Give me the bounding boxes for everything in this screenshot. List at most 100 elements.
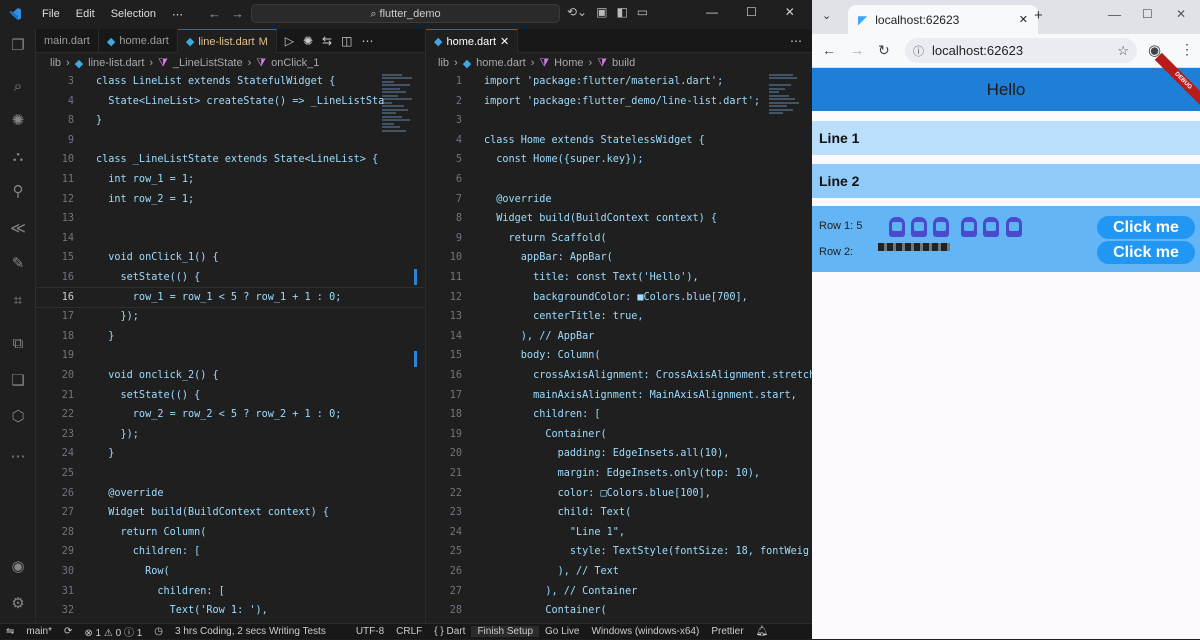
code-line[interactable]: 3 class LineList extends StatefulWidget { bbox=[36, 72, 425, 92]
code-line[interactable]: 18 } bbox=[36, 327, 425, 347]
new-tab-icon[interactable]: + bbox=[1034, 7, 1043, 24]
coding-time[interactable]: 3 hrs Coding, 2 secs Writing Tests bbox=[169, 626, 332, 637]
reload-icon[interactable]: ↻ bbox=[878, 42, 890, 59]
code-line[interactable]: 22 color: □Colors.blue[100], bbox=[426, 484, 812, 504]
prettier[interactable]: Prettier bbox=[705, 626, 749, 637]
gpt-icon[interactable]: ✺ bbox=[303, 34, 313, 48]
code-line[interactable]: 20 padding: EdgeInsets.all(10), bbox=[426, 444, 812, 464]
code-line[interactable]: 27 ), // Container bbox=[426, 582, 812, 602]
extension-icon[interactable]: ⬡ bbox=[8, 407, 28, 427]
code-line[interactable]: 24 } bbox=[36, 444, 425, 464]
tab-home-dart[interactable]: ◆ home.dart bbox=[99, 29, 178, 53]
tab-close-icon[interactable]: ✕ bbox=[1019, 13, 1028, 26]
code-line[interactable]: 14 bbox=[36, 229, 425, 249]
menu-file[interactable]: File bbox=[34, 8, 68, 21]
breadcrumb-lib[interactable]: lib bbox=[438, 57, 449, 69]
screenshot-icon[interactable]: ⌗ bbox=[8, 291, 28, 311]
breadcrumb-lib[interactable]: lib bbox=[50, 57, 61, 69]
explorer-icon[interactable]: ❐ bbox=[8, 36, 28, 56]
code-line[interactable]: 13 centerTitle: true, bbox=[426, 307, 812, 327]
code-line[interactable]: 4 class Home extends StatelessWidget { bbox=[426, 131, 812, 151]
copilot-icon[interactable]: ⟲⌄ bbox=[567, 5, 587, 19]
click-me-button-1[interactable]: Click me bbox=[1097, 216, 1195, 239]
platform[interactable]: Windows (windows-x64) bbox=[586, 626, 706, 637]
minimize-icon[interactable]: — bbox=[1108, 7, 1121, 22]
code-line[interactable]: 13 bbox=[36, 209, 425, 229]
code-line[interactable]: 31 children: [ bbox=[36, 582, 425, 602]
code-line[interactable]: 32 Text('Row 1: '), bbox=[36, 601, 425, 621]
forward-icon[interactable]: → bbox=[850, 42, 864, 58]
code-line[interactable]: 22 row_2 = row_2 < 5 ? row_2 + 1 : 0; bbox=[36, 405, 425, 425]
code-line[interactable]: 12 backgroundColor: ■Colors.blue[700], bbox=[426, 288, 812, 308]
go-live[interactable]: Go Live bbox=[539, 626, 585, 637]
bell-icon[interactable]: 🔔︎ bbox=[750, 626, 775, 637]
maximize-icon[interactable]: ☐ bbox=[746, 5, 757, 19]
tab-main-dart[interactable]: main.dart bbox=[36, 29, 99, 53]
breadcrumb-file[interactable]: line-list.dart bbox=[88, 57, 144, 69]
code-line[interactable]: 15 body: Column( bbox=[426, 346, 812, 366]
figma-icon[interactable]: ⛬ bbox=[8, 147, 28, 167]
breadcrumb-class[interactable]: _LineListState bbox=[173, 57, 243, 69]
code-line[interactable]: 21 margin: EdgeInsets.only(top: 10), bbox=[426, 464, 812, 484]
code-line[interactable]: 20 void onclick_2() { bbox=[36, 366, 425, 386]
code-line[interactable]: 6 bbox=[426, 170, 812, 190]
code-line[interactable]: 19 Container( bbox=[426, 425, 812, 445]
draw-icon[interactable]: ✎ bbox=[8, 254, 28, 274]
eol[interactable]: CRLF bbox=[390, 626, 428, 637]
debug-icon[interactable]: ⚲ bbox=[8, 182, 28, 202]
language-mode[interactable]: { } Dart bbox=[428, 626, 471, 637]
code-line[interactable]: 2 import 'package:flutter_demo/line-list.… bbox=[426, 92, 812, 112]
menu-more[interactable]: ⋯ bbox=[164, 8, 191, 21]
panel-toggle-icon[interactable]: ▭ bbox=[637, 5, 648, 19]
code-line[interactable]: 30 Row( bbox=[36, 562, 425, 582]
code-line[interactable]: 26 @override bbox=[36, 484, 425, 504]
openai-icon[interactable]: ✺ bbox=[8, 111, 28, 131]
more-actions-icon[interactable]: ⋯ bbox=[790, 34, 802, 48]
menu-selection[interactable]: Selection bbox=[103, 8, 164, 21]
back-icon[interactable]: ← bbox=[822, 42, 836, 58]
browser-tab[interactable]: ◤ localhost:62623 ✕ bbox=[848, 5, 1038, 34]
code-line[interactable]: 21 setState(() { bbox=[36, 386, 425, 406]
code-line[interactable]: 10 class _LineListState extends State<Lin… bbox=[36, 150, 425, 170]
tab-home-dart-right[interactable]: ◆ home.dart ✕ bbox=[426, 29, 519, 53]
tab-line-list-dart[interactable]: ◆ line-list.dart M bbox=[177, 29, 277, 53]
finish-setup[interactable]: Finish Setup bbox=[471, 626, 540, 637]
code-line[interactable]: 17 mainAxisAlignment: MainAxisAlignment.… bbox=[426, 386, 812, 406]
breadcrumb-class[interactable]: Home bbox=[554, 57, 583, 69]
code-line[interactable]: 24 "Line 1", bbox=[426, 523, 812, 543]
code-line[interactable]: 25 bbox=[36, 464, 425, 484]
code-line[interactable]: 16 crossAxisAlignment: CrossAxisAlignmen… bbox=[426, 366, 822, 386]
code-line[interactable]: 23 }); bbox=[36, 425, 425, 445]
more-actions-icon[interactable]: ⋯ bbox=[361, 34, 373, 48]
account-icon[interactable]: ◉ bbox=[8, 557, 28, 577]
site-info-icon[interactable]: ⓘ bbox=[913, 43, 924, 59]
code-line[interactable]: 14 ), // AppBar bbox=[426, 327, 812, 347]
run-icon[interactable]: ▷ bbox=[285, 34, 294, 48]
code-line[interactable]: 9 bbox=[36, 131, 425, 151]
code-line[interactable]: 16 setState(() { bbox=[36, 268, 425, 288]
breadcrumb-method[interactable]: build bbox=[612, 57, 635, 69]
click-me-button-2[interactable]: Click me bbox=[1097, 241, 1195, 264]
code-line[interactable]: 8 Widget build(BuildContext context) { bbox=[426, 209, 812, 229]
back-arrow-icon[interactable]: ← bbox=[208, 6, 221, 21]
maximize-icon[interactable]: ☐ bbox=[1142, 7, 1153, 21]
search-icon[interactable]: ⌕ bbox=[8, 77, 28, 97]
code-line[interactable]: 11 int row_1 = 1; bbox=[36, 170, 425, 190]
minimize-icon[interactable]: — bbox=[706, 5, 718, 19]
code-line[interactable]: 11 title: const Text('Hello'), bbox=[426, 268, 812, 288]
command-center[interactable]: ⌕ flutter_demo bbox=[251, 4, 560, 23]
code-line[interactable]: 9 return Scaffold( bbox=[426, 229, 812, 249]
encoding[interactable]: UTF-8 bbox=[350, 626, 390, 637]
code-line[interactable]: 25 style: TextStyle(fontSize: 18, fontWe… bbox=[426, 542, 812, 562]
code-line[interactable]: 5 const Home({super.key}); bbox=[426, 150, 812, 170]
git-compare-icon[interactable]: ⇆ bbox=[322, 34, 332, 48]
code-line[interactable]: 15 void onClick_1() { bbox=[36, 248, 425, 268]
settings-gear-icon[interactable]: ⚙ bbox=[8, 594, 28, 614]
forward-arrow-icon[interactable]: → bbox=[231, 6, 244, 21]
layout-icon[interactable]: ▣ bbox=[596, 5, 607, 19]
breadcrumb-file[interactable]: home.dart bbox=[476, 57, 526, 69]
code-line[interactable]: 16 row_1 = row_1 < 5 ? row_1 + 1 : 0; bbox=[35, 286, 426, 309]
bookmark-star-icon[interactable]: ☆ bbox=[1117, 43, 1129, 59]
menu-edit[interactable]: Edit bbox=[68, 8, 103, 21]
breadcrumb-method[interactable]: onClick_1 bbox=[271, 57, 319, 69]
